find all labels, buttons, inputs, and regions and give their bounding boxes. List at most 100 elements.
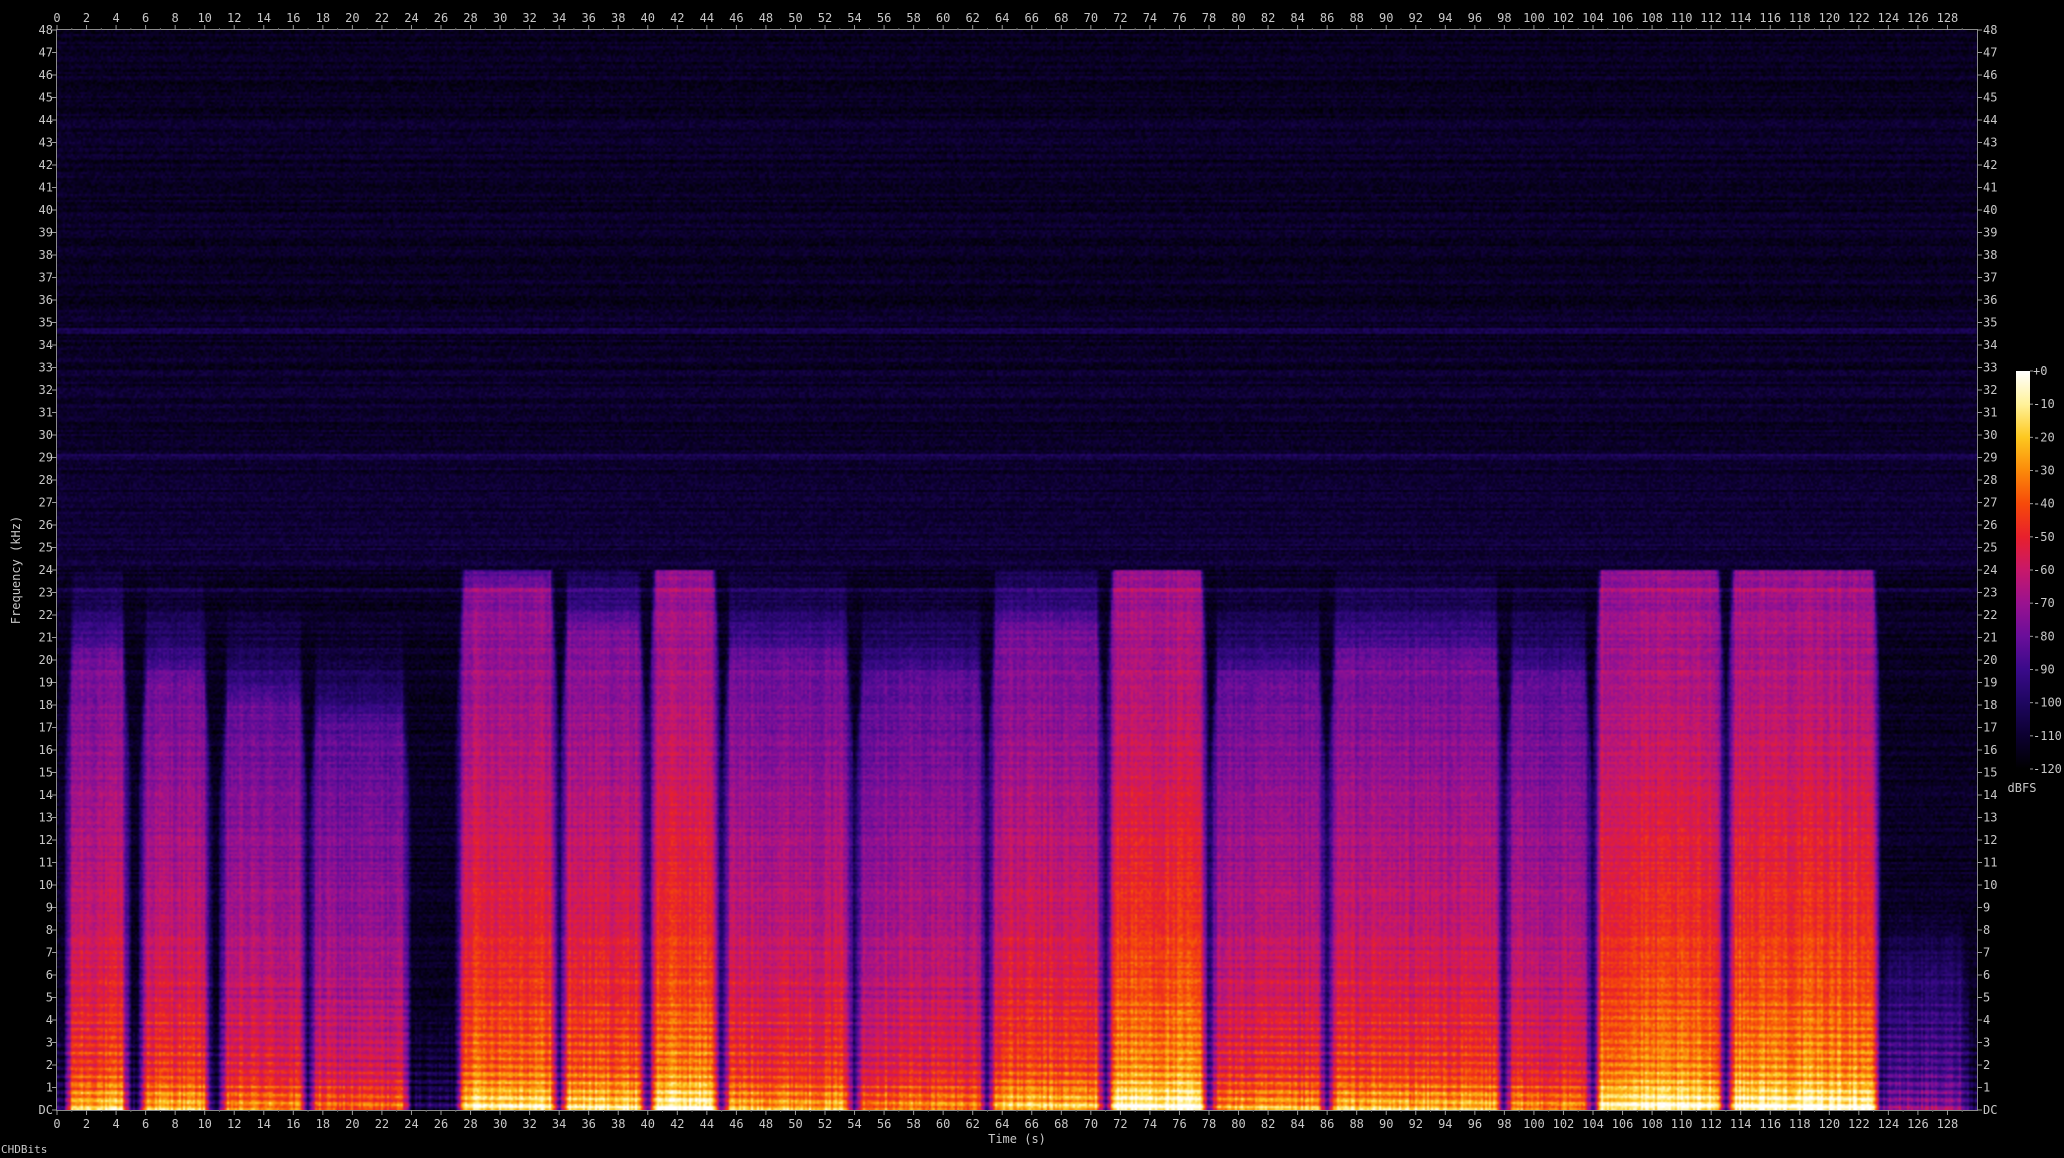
y-tick-label: 43 <box>39 136 53 150</box>
y-tick-label: 42 <box>1983 158 1997 172</box>
x-tick-label: 126 <box>1907 1117 1929 1131</box>
x-tick-label: 106 <box>1612 11 1634 25</box>
x-tick-label: 118 <box>1789 11 1811 25</box>
y-tick-label: 28 <box>1983 473 1997 487</box>
x-tick-label: 110 <box>1671 11 1693 25</box>
y-tick-label: 41 <box>39 181 53 195</box>
y-tick-label: 9 <box>1983 901 1990 915</box>
x-tick-label: 74 <box>1143 11 1157 25</box>
y-tick-label: 19 <box>39 676 53 690</box>
x-tick-label: 14 <box>257 1117 271 1131</box>
y-tick-label: 40 <box>1983 203 1997 217</box>
y-tick-label: 46 <box>1983 68 1997 82</box>
y-tick-label: 17 <box>39 721 53 735</box>
colorbar-tick-label: -70 <box>2033 596 2055 610</box>
y-tick-label: 2 <box>1983 1058 1990 1072</box>
y-tick-label: 10 <box>1983 878 1997 892</box>
x-tick-label: 118 <box>1789 1117 1811 1131</box>
y-tick-label: 35 <box>1983 316 1997 330</box>
x-tick-label: 110 <box>1671 1117 1693 1131</box>
y-tick-label: 15 <box>1983 766 1997 780</box>
y-tick-label: 20 <box>1983 653 1997 667</box>
y-tick-label: 12 <box>1983 833 1997 847</box>
plot-border <box>56 29 1978 1111</box>
y-tick-label: 18 <box>39 698 53 712</box>
x-tick-label: 102 <box>1553 11 1575 25</box>
y-tick-label: 4 <box>1983 1013 1990 1027</box>
colorbar-tick-label: -110 <box>2033 729 2062 743</box>
y-tick-label: 17 <box>1983 721 1997 735</box>
y-tick-label: 19 <box>1983 676 1997 690</box>
x-tick-label: 8 <box>172 1117 179 1131</box>
y-tick-label: 38 <box>1983 248 1997 262</box>
y-tick-label: 14 <box>39 788 53 802</box>
x-tick-label: 44 <box>700 1117 714 1131</box>
x-tick-label: 64 <box>995 11 1009 25</box>
x-tick-label: 114 <box>1730 1117 1752 1131</box>
y-axis-label: Frequency (kHz) <box>9 516 23 624</box>
x-tick-label: 50 <box>788 1117 802 1131</box>
x-tick-label: 24 <box>404 1117 418 1131</box>
x-tick-label: 36 <box>581 11 595 25</box>
y-tick-label: 4 <box>46 1013 53 1027</box>
y-ticks-right: DC12345678910111213141516171819202122232… <box>1977 23 1997 1117</box>
y-tick-label: 3 <box>46 1036 53 1050</box>
x-tick-label: 114 <box>1730 11 1752 25</box>
y-tick-label: 44 <box>1983 113 1997 127</box>
y-tick-label: 22 <box>39 608 53 622</box>
y-tick-label: 26 <box>1983 518 1997 532</box>
y-tick-label: 43 <box>1983 136 1997 150</box>
y-tick-label: 36 <box>39 293 53 307</box>
x-tick-label: 48 <box>759 1117 773 1131</box>
x-tick-label: 8 <box>172 11 179 25</box>
x-tick-label: 108 <box>1641 11 1663 25</box>
x-tick-label: 46 <box>729 11 743 25</box>
x-tick-label: 86 <box>1320 11 1334 25</box>
x-tick-label: 4 <box>112 1117 119 1131</box>
x-tick-label: 50 <box>788 11 802 25</box>
y-tick-label: 37 <box>1983 271 1997 285</box>
x-tick-label: 0 <box>53 1117 60 1131</box>
x-tick-label: 120 <box>1818 11 1840 25</box>
y-tick-label: 40 <box>39 203 53 217</box>
y-tick-label: 20 <box>39 653 53 667</box>
x-tick-label: 12 <box>227 1117 241 1131</box>
x-tick-label: 128 <box>1937 1117 1959 1131</box>
x-tick-label: 90 <box>1379 1117 1393 1131</box>
y-tick-label: 6 <box>1983 968 1990 982</box>
x-tick-label: 120 <box>1818 1117 1840 1131</box>
x-tick-label: 104 <box>1582 1117 1604 1131</box>
y-tick-label: 21 <box>1983 631 1997 645</box>
y-tick-label: 8 <box>1983 923 1990 937</box>
x-tick-label: 88 <box>1349 1117 1363 1131</box>
x-tick-label: 82 <box>1261 11 1275 25</box>
x-tick-label: 58 <box>906 11 920 25</box>
x-tick-label: 88 <box>1349 11 1363 25</box>
colorbar-label: dBFS <box>2008 781 2037 795</box>
x-tick-label: 32 <box>522 11 536 25</box>
x-tick-label: 100 <box>1523 11 1545 25</box>
y-tick-label: 45 <box>39 91 53 105</box>
x-tick-label: 98 <box>1497 1117 1511 1131</box>
x-tick-label: 78 <box>1202 11 1216 25</box>
x-tick-label: 2 <box>83 11 90 25</box>
y-tick-label: 47 <box>39 46 53 60</box>
spectrogram-figure: 0 2 4 6 8 10 12 14 16 18 20 22 24 26 28 30 32 34 36 38 40 42 4… <box>0 0 2064 1158</box>
x-tick-label: 96 <box>1468 11 1482 25</box>
y-tick-label: 48 <box>39 23 53 37</box>
x-tick-label: 102 <box>1553 1117 1575 1131</box>
x-tick-label: 18 <box>316 1117 330 1131</box>
y-tick-label: 31 <box>39 406 53 420</box>
x-tick-label: 6 <box>142 11 149 25</box>
x-tick-label: 56 <box>877 11 891 25</box>
y-tick-label: 45 <box>1983 91 1997 105</box>
x-tick-label: 54 <box>847 11 861 25</box>
y-tick-label: 16 <box>39 743 53 757</box>
x-tick-label: 116 <box>1759 1117 1781 1131</box>
y-tick-label: 34 <box>39 338 53 352</box>
x-tick-label: 122 <box>1848 11 1870 25</box>
y-tick-label: 31 <box>1983 406 1997 420</box>
y-tick-label: 25 <box>1983 541 1997 555</box>
y-tick-label: 28 <box>39 473 53 487</box>
y-tick-label: 13 <box>39 811 53 825</box>
